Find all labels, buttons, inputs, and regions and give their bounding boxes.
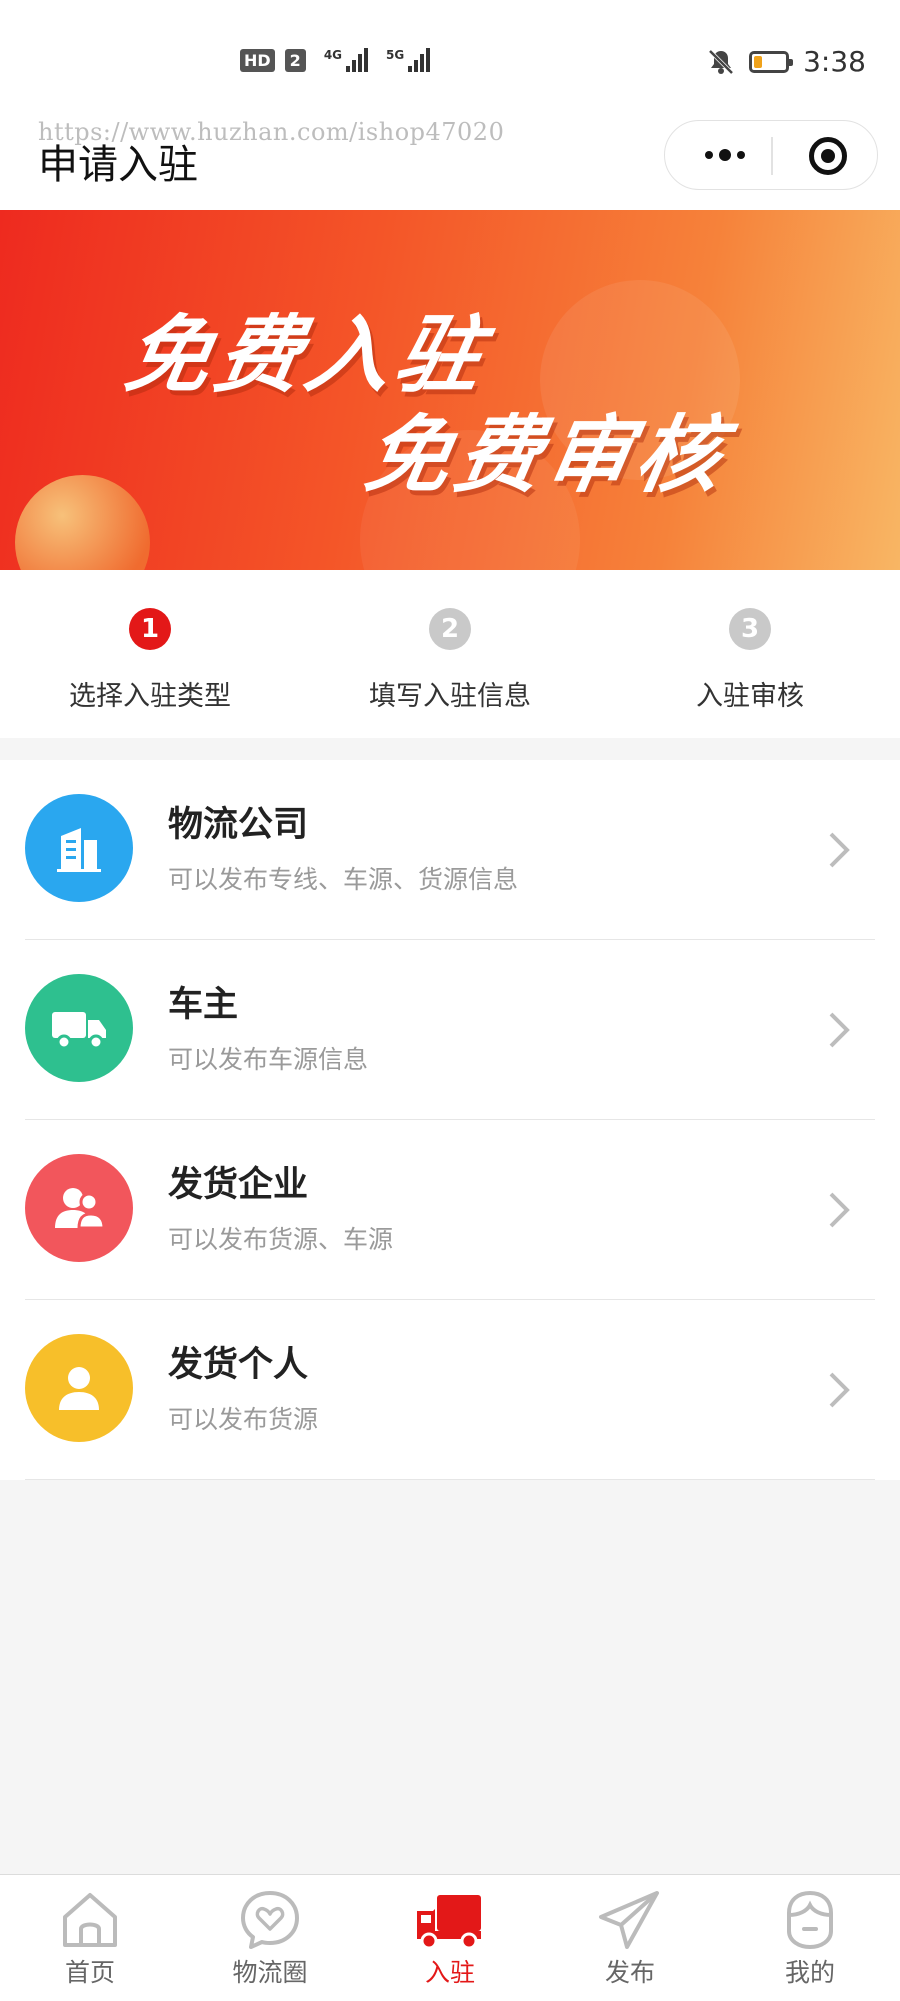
profile-icon: [787, 1890, 833, 1950]
merchant-type-list: 物流公司 可以发布专线、车源、货源信息 车主 可以发布车源信息 发货企业 可以发…: [0, 760, 900, 1480]
step-label: 填写入驻信息: [369, 681, 531, 712]
step-2: 2 填写入驻信息: [300, 608, 600, 713]
tab-label: 首页: [64, 1958, 115, 1987]
promo-banner[interactable]: 免费入驻 免费审核: [0, 210, 900, 570]
tab-join[interactable]: 入驻: [380, 1889, 520, 1989]
signal-5g-icon: 5G: [386, 48, 431, 72]
type-description: 可以发布货源: [168, 1405, 319, 1434]
step-3: 3 入驻审核: [600, 608, 900, 713]
tab-publish[interactable]: 发布: [560, 1889, 700, 1989]
battery-icon: [749, 50, 794, 73]
close-mini-program-icon[interactable]: [809, 137, 847, 175]
truck-icon: [417, 1895, 481, 1950]
step-number: 3: [729, 608, 771, 650]
type-title: 发货企业: [168, 1165, 309, 1205]
chevron-right-icon: [829, 1192, 850, 1228]
banner-headline-2: 免费审核: [358, 406, 736, 504]
tab-label: 我的: [784, 1958, 835, 1987]
sim-badge: 2: [284, 48, 306, 72]
bottom-tab-bar: 首页 物流圈 入驻 发布 我的: [0, 1874, 900, 2001]
mute-bell-icon: [708, 49, 734, 74]
type-description: 可以发布车源信息: [168, 1045, 369, 1074]
divider: [25, 1478, 875, 1480]
type-title: 发货个人: [168, 1345, 309, 1385]
step-label: 选择入驻类型: [69, 681, 231, 712]
hd-badge: HD: [240, 48, 275, 72]
type-item-logistics-company[interactable]: 物流公司 可以发布专线、车源、货源信息: [0, 760, 900, 940]
truck-icon: [25, 974, 133, 1082]
chevron-right-icon: [829, 832, 850, 868]
progress-steps: 1 选择入驻类型 2 填写入驻信息 3 入驻审核: [0, 570, 900, 738]
chevron-right-icon: [829, 1372, 850, 1408]
banner-decoration: [15, 475, 150, 570]
more-options-icon[interactable]: [695, 137, 755, 173]
chevron-right-icon: [829, 1012, 850, 1048]
tab-label: 发布: [604, 1958, 655, 1987]
step-1: 1 选择入驻类型: [0, 608, 300, 713]
step-number: 2: [429, 608, 471, 650]
net-label-5g: 5G: [386, 48, 405, 62]
nav-bar: https://www.huzhan.com/ishop47020 申请入驻: [0, 100, 900, 210]
type-item-shipping-enterprise[interactable]: 发货企业 可以发布货源、车源: [0, 1120, 900, 1300]
tab-label: 物流圈: [232, 1958, 308, 1987]
type-item-vehicle-owner[interactable]: 车主 可以发布车源信息: [0, 940, 900, 1120]
building-icon: [25, 794, 133, 902]
clock: 3:38: [803, 45, 866, 78]
page-title: 申请入驻: [38, 142, 198, 188]
tab-label: 入驻: [424, 1958, 475, 1987]
heart-chat-icon: [241, 1891, 299, 1949]
user-icon: [25, 1334, 133, 1442]
type-description: 可以发布货源、车源: [168, 1225, 394, 1254]
net-label-4g: 4G: [323, 48, 343, 62]
capsule-divider: [771, 137, 773, 175]
type-item-shipping-individual[interactable]: 发货个人 可以发布货源: [0, 1300, 900, 1480]
home-icon: [63, 1893, 117, 1947]
mini-program-capsule: [664, 120, 878, 190]
step-label: 入驻审核: [696, 681, 804, 712]
signal-4g-icon: 4G: [323, 48, 369, 72]
tab-mine[interactable]: 我的: [740, 1889, 880, 1989]
users-icon: [25, 1154, 133, 1262]
step-number: 1: [129, 608, 171, 650]
tab-home[interactable]: 首页: [20, 1889, 160, 1989]
type-description: 可以发布专线、车源、货源信息: [168, 865, 519, 894]
status-right: 3:38: [707, 45, 866, 78]
type-title: 车主: [168, 985, 239, 1025]
send-icon: [599, 1891, 659, 1949]
status-left: HD 2 4G 5G: [240, 48, 431, 72]
type-title: 物流公司: [168, 805, 309, 845]
tab-logistics-circle[interactable]: 物流圈: [200, 1889, 340, 1989]
